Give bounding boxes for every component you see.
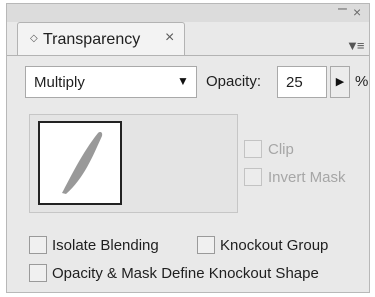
artwork-thumbnail[interactable] xyxy=(38,121,122,205)
tab-label: Transparency xyxy=(43,31,141,48)
invert-mask-label: Invert Mask xyxy=(268,169,346,186)
panel-titlebar[interactable] xyxy=(7,4,369,22)
tab-transparency[interactable]: ◇ Transparency × xyxy=(17,22,185,56)
opacity-label: Opacity: xyxy=(206,73,262,90)
define-knockout-shape-checkbox[interactable] xyxy=(29,264,47,282)
close-panel-icon[interactable]: × xyxy=(353,5,361,19)
chevron-down-icon[interactable]: ▼ xyxy=(177,74,189,88)
mask-preview-area xyxy=(29,114,238,213)
isolate-blending-label: Isolate Blending xyxy=(52,237,159,254)
clip-checkbox[interactable] xyxy=(244,140,262,158)
knockout-group-label: Knockout Group xyxy=(220,237,329,254)
arrow-right-icon[interactable]: ▶ xyxy=(330,66,350,98)
define-knockout-shape-label: Opacity & Mask Define Knockout Shape xyxy=(52,265,319,282)
diamond-icon: ◇ xyxy=(30,33,38,44)
knockout-group-checkbox[interactable] xyxy=(197,236,215,254)
blend-mode-dropdown[interactable]: Multiply ▼ xyxy=(25,66,197,98)
isolate-blending-checkbox[interactable] xyxy=(29,236,47,254)
minimize-icon[interactable]: – xyxy=(338,1,347,17)
opacity-input[interactable] xyxy=(277,66,327,98)
blend-mode-value: Multiply xyxy=(34,74,85,91)
invert-mask-checkbox[interactable] xyxy=(244,168,262,186)
clip-label: Clip xyxy=(268,141,294,158)
panel-menu-icon[interactable]: ▼≡ xyxy=(346,38,365,53)
opacity-unit: % xyxy=(355,73,369,90)
brush-stroke-shape xyxy=(62,132,103,194)
tab-divider xyxy=(7,55,369,56)
close-icon[interactable]: × xyxy=(165,29,174,47)
transparency-panel: – × ◇ Transparency × ▼≡ Multiply ▼ Opaci… xyxy=(6,1,370,293)
